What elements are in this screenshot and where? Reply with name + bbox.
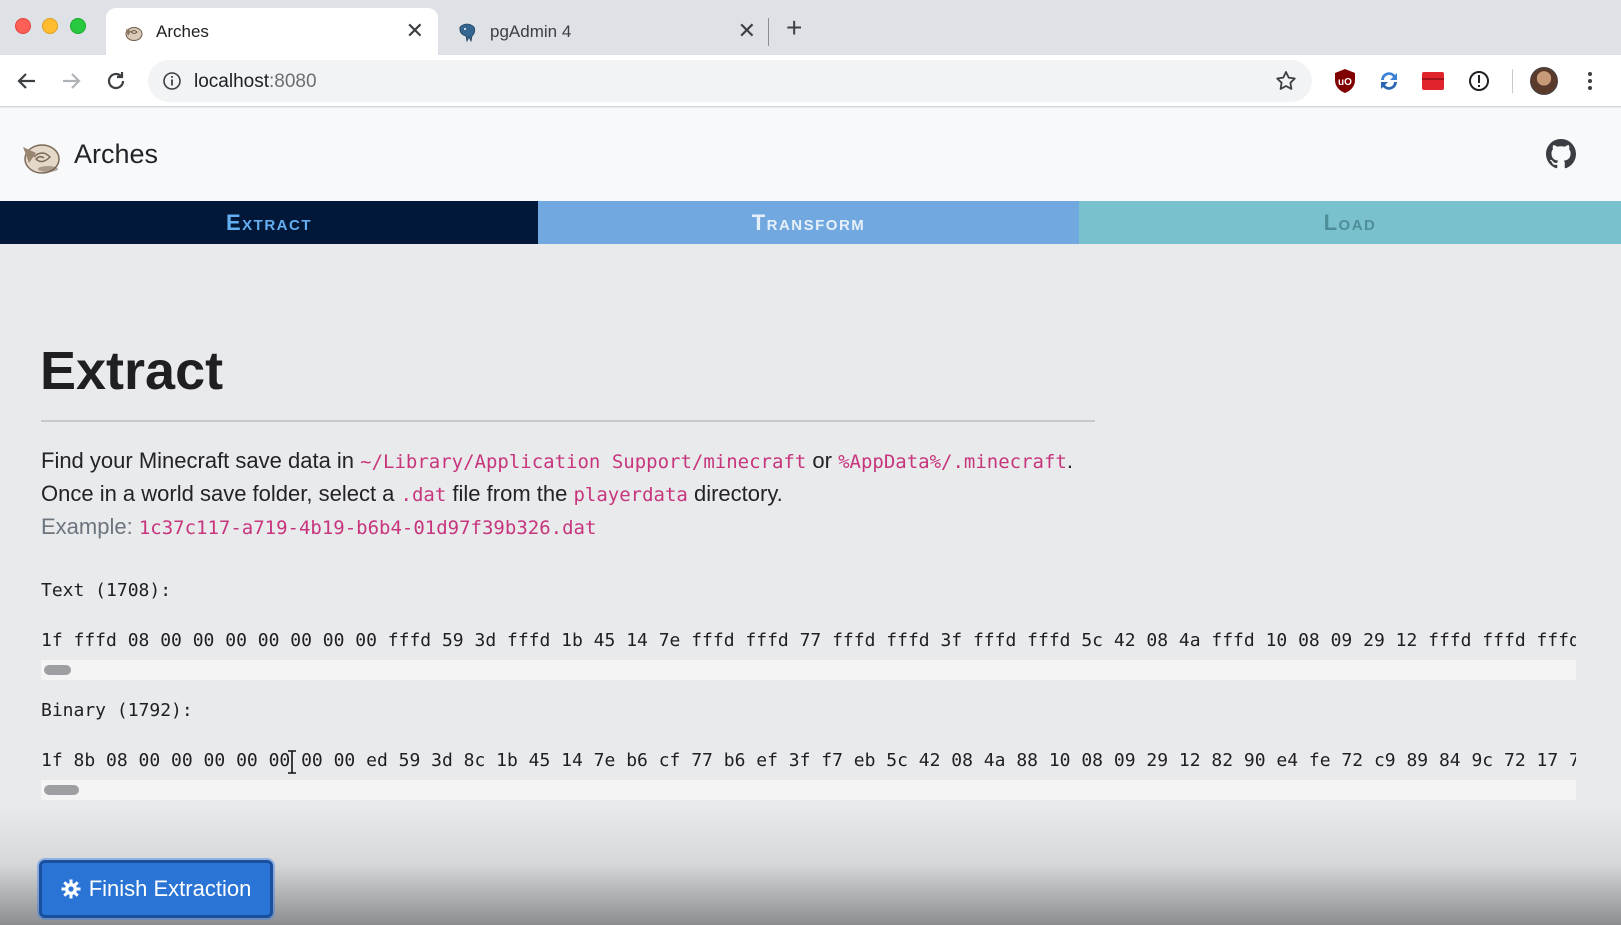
instruction-text: Find your Minecraft save data in	[41, 448, 361, 473]
elephant-icon	[459, 23, 476, 43]
finish-button-label: Finish Extraction	[88, 876, 252, 901]
title-divider	[41, 420, 1095, 422]
ublock-extension-icon[interactable]: uO	[1330, 66, 1360, 96]
step-load[interactable]: Load	[1079, 201, 1621, 244]
red-box-extension-icon[interactable]	[1418, 66, 1448, 96]
browser-tab-bar: Arches ✕ pgAdmin 4 ✕ +	[0, 0, 1621, 55]
example-line: Example: 1c37c117-a719-4b19-b6b4-01d97f3…	[41, 514, 596, 540]
main-content: Extract Find your Minecraft save data in…	[0, 244, 1621, 925]
app-header: Arches	[0, 108, 1621, 201]
text-cursor-icon	[288, 750, 296, 774]
step-navigation: Extract Transform Load	[0, 201, 1621, 244]
scrollbar-thumb[interactable]	[44, 785, 79, 795]
directory-code: playerdata	[573, 484, 688, 506]
page-title: Extract	[40, 341, 224, 401]
instruction-line-2: Once in a world save folder, select a .d…	[41, 481, 783, 507]
tab-title: pgAdmin 4	[490, 22, 572, 41]
browser-toolbar: localhost:8080 uO	[0, 55, 1621, 107]
browser-menu-icon[interactable]	[1580, 67, 1600, 95]
github-icon[interactable]	[1546, 139, 1576, 169]
snail-shell-icon	[125, 27, 143, 41]
address-bar[interactable]: localhost:8080	[148, 60, 1312, 102]
tab-title: Arches	[156, 22, 209, 41]
url-host: localhost	[194, 71, 269, 92]
close-tab-icon[interactable]: ✕	[406, 19, 424, 43]
new-tab-icon[interactable]: +	[786, 14, 802, 42]
gear-icon	[61, 879, 81, 899]
app-name[interactable]: Arches	[74, 139, 158, 170]
instruction-text: .	[1066, 448, 1073, 473]
example-label: Example:	[41, 514, 139, 539]
text-hex-scrollbar[interactable]	[41, 660, 1576, 680]
svg-text:uO: uO	[1338, 77, 1352, 88]
profile-avatar[interactable]	[1530, 67, 1558, 95]
example-filename-code: 1c37c117-a719-4b19-b6b4-01d97f39b326.dat	[138, 517, 597, 539]
forward-button[interactable]	[57, 67, 85, 95]
instruction-text: or	[806, 448, 839, 473]
sync-extension-icon[interactable]	[1374, 66, 1404, 96]
back-arrow-icon	[17, 73, 35, 89]
tab-separator	[768, 18, 769, 46]
text-hex-panel: 1f fffd 08 00 00 00 00 00 00 00 fffd 59 …	[41, 624, 1576, 680]
window-close-button[interactable]	[15, 18, 31, 34]
snail-shell-logo-icon	[23, 144, 60, 174]
instruction-text: directory.	[687, 481, 783, 506]
window-zoom-button[interactable]	[70, 18, 86, 34]
binary-length-label: Binary (1792):	[41, 700, 193, 721]
browser-tab-pgadmin[interactable]: pgAdmin 4 ✕	[440, 8, 770, 55]
scrollbar-thumb[interactable]	[44, 665, 71, 675]
step-extract[interactable]: Extract	[0, 201, 538, 244]
info-icon[interactable]	[162, 71, 182, 91]
bookmark-star-icon[interactable]	[1274, 69, 1298, 93]
file-extension-code: .dat	[400, 484, 447, 506]
binary-hex-panel: 1f 8b 08 00 00 00 00 00 00 00 ed 59 3d 8…	[41, 744, 1576, 800]
reload-icon	[107, 72, 125, 90]
windows-path-code: %AppData%/.minecraft	[838, 451, 1067, 473]
finish-extraction-button[interactable]: Finish Extraction	[39, 860, 273, 918]
instruction-text: file from the	[446, 481, 574, 506]
instruction-line-1: Find your Minecraft save data in ~/Libra…	[41, 448, 1073, 474]
text-hex-values: 1f fffd 08 00 00 00 00 00 00 00 fffd 59 …	[41, 630, 1576, 651]
toolbar-separator	[1512, 69, 1513, 93]
forward-arrow-icon	[63, 73, 81, 89]
text-length-label: Text (1708):	[41, 580, 172, 601]
binary-hex-values: 1f 8b 08 00 00 00 00 00 00 00 ed 59 3d 8…	[41, 750, 1576, 771]
alert-extension-icon[interactable]	[1464, 66, 1494, 96]
url-text[interactable]: localhost:8080	[194, 71, 317, 93]
mac-path-code: ~/Library/Application Support/minecraft	[360, 451, 807, 473]
back-button[interactable]	[13, 67, 41, 95]
binary-hex-scrollbar[interactable]	[41, 780, 1576, 800]
browser-tab-arches[interactable]: Arches ✕	[106, 8, 438, 55]
step-transform[interactable]: Transform	[538, 201, 1079, 244]
url-port: :8080	[269, 71, 317, 92]
window-minimize-button[interactable]	[42, 18, 58, 34]
close-tab-icon[interactable]: ✕	[738, 19, 756, 43]
reload-button[interactable]	[102, 67, 130, 95]
instruction-text: Once in a world save folder, select a	[41, 481, 401, 506]
